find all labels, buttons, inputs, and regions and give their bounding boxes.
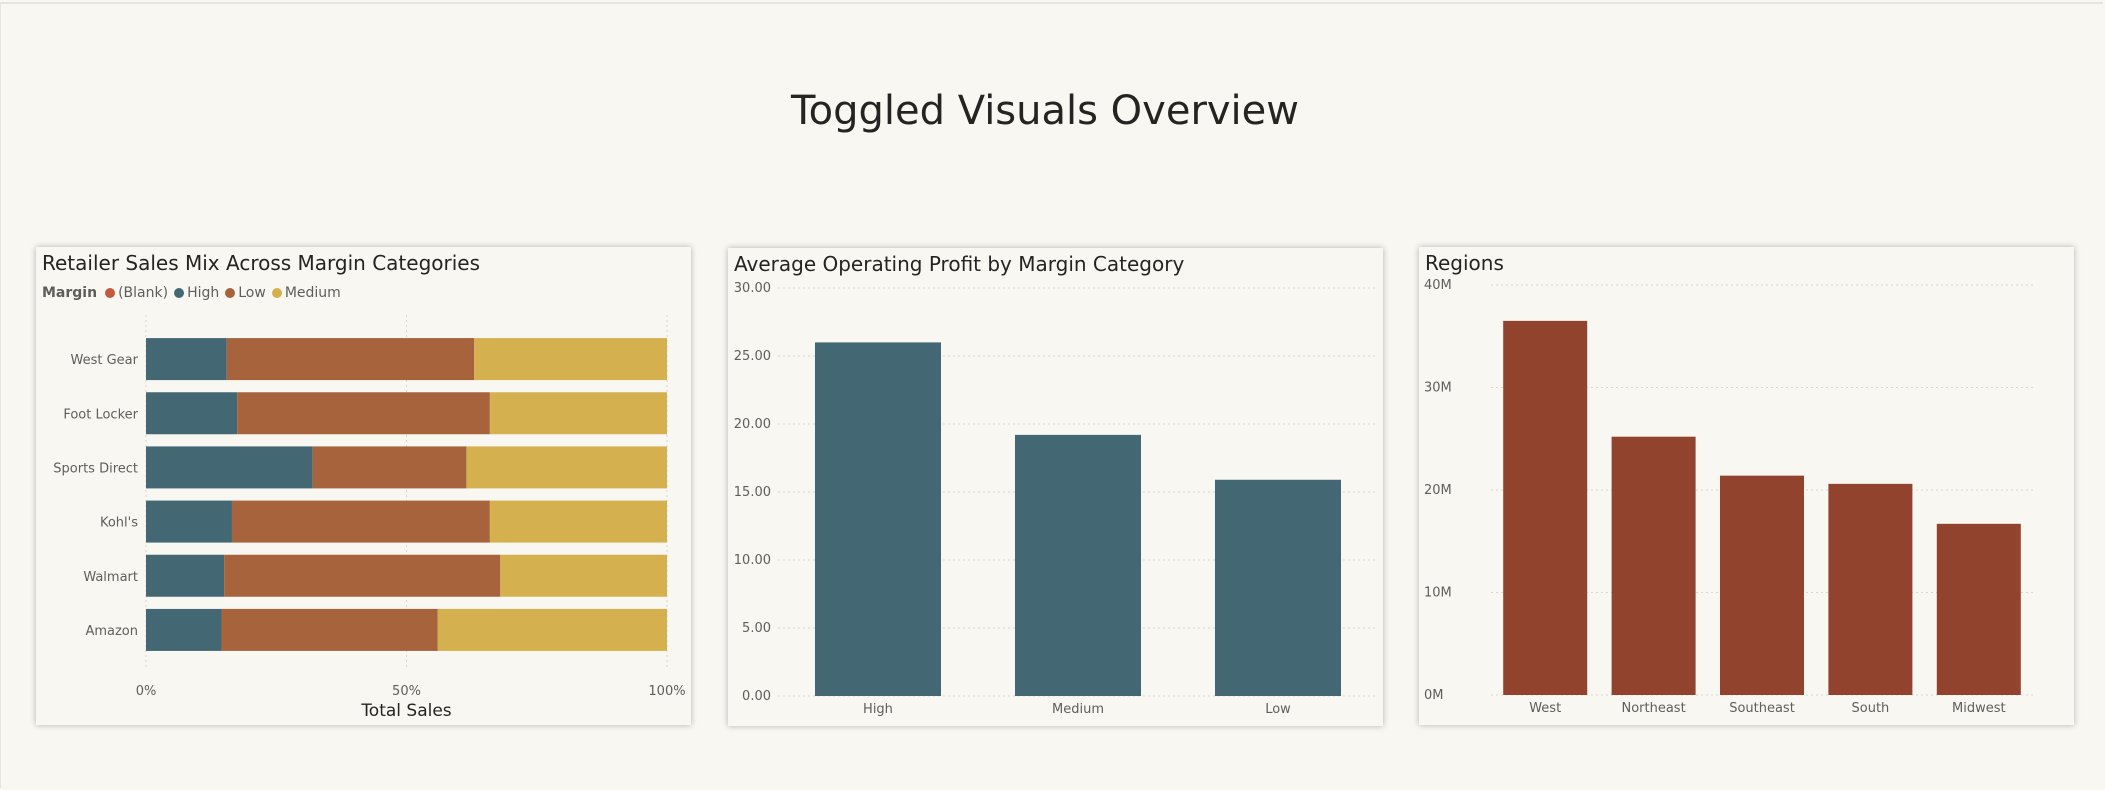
bar-segment-low: [224, 554, 501, 597]
x-tick-label: Medium: [1052, 702, 1104, 717]
column-chart: 0.00 5.00 10.00 15.00 20.00 25.00 30.00 High Med…: [734, 281, 1378, 717]
x-tick-label: Northeast: [1621, 701, 1685, 716]
y-tick-label: Sports Direct: [53, 461, 138, 476]
bar-segment-low: [221, 608, 438, 651]
bar-segment-medium: [466, 446, 667, 489]
page-title: Toggled Visuals Overview: [790, 88, 1299, 134]
bar-segment-high: [146, 500, 232, 543]
y-tick-label: West Gear: [71, 353, 139, 368]
avg-operating-profit-card[interactable]: Average Operating Profit by Margin Categ…: [728, 248, 1383, 726]
bar-segment-low: [231, 500, 490, 543]
y-tick-label: 10.00: [734, 553, 771, 568]
bar-segment-low: [312, 446, 467, 489]
y-tick-label: Amazon: [85, 624, 138, 639]
bar-segment-medium: [500, 554, 667, 597]
bar-northeast: [1611, 436, 1696, 695]
x-tick-label: 50%: [392, 684, 421, 699]
x-tick-label: South: [1852, 701, 1890, 716]
y-tick-label: 30.00: [734, 281, 771, 296]
x-axis-title: Total Sales: [360, 701, 451, 721]
y-tick-label: 0.00: [742, 689, 771, 704]
y-tick-label: 25.00: [734, 349, 771, 364]
bar-segment-medium: [437, 608, 667, 651]
y-tick-label: Kohl's: [100, 516, 138, 531]
bar-segment-medium: [489, 500, 667, 543]
retailer-sales-mix-card[interactable]: Retailer Sales Mix Across Margin Categor…: [36, 247, 691, 725]
bar-medium: [1015, 434, 1141, 696]
y-tick-label: 20.00: [734, 417, 771, 432]
y-tick-label: 10M: [1424, 586, 1452, 601]
stacked-bar-chart: 0% 50% 100% Total Sales West Gear Foot Locker…: [53, 315, 686, 721]
y-tick-label: 5.00: [742, 621, 771, 636]
bar-segment-low: [237, 392, 490, 435]
x-tick-label: Low: [1265, 702, 1291, 717]
regions-card[interactable]: Regions 0M 10M 20M 30M 40M West Northeast South…: [1419, 247, 2074, 725]
x-tick-label: 100%: [648, 684, 685, 699]
x-tick-label: Southeast: [1729, 701, 1795, 716]
y-tick-label: Walmart: [83, 570, 138, 585]
y-tick-label: 0M: [1424, 688, 1444, 703]
y-tick-label: Foot Locker: [63, 407, 138, 422]
bar-high: [815, 342, 941, 696]
x-tick-label: West: [1529, 701, 1561, 716]
x-tick-label: High: [863, 702, 893, 717]
bar-segment-medium: [474, 338, 667, 381]
bar-south: [1828, 483, 1913, 695]
x-tick-label: Midwest: [1952, 701, 2006, 716]
bar-segment-low: [226, 338, 475, 381]
bar-low: [1215, 479, 1341, 696]
x-tick-label: 0%: [136, 684, 157, 699]
bar-segment-high: [146, 608, 222, 651]
y-tick-label: 15.00: [734, 485, 771, 500]
y-tick-label: 30M: [1424, 381, 1452, 396]
bar-southeast: [1720, 475, 1804, 695]
bar-segment-high: [146, 338, 227, 381]
column-chart: 0M 10M 20M 30M 40M West Northeast Southeast Sout…: [1424, 278, 2033, 716]
y-tick-label: 40M: [1424, 278, 1452, 293]
bar-west: [1503, 320, 1588, 695]
bar-segment-high: [146, 446, 313, 489]
y-tick-label: 20M: [1424, 483, 1452, 498]
bar-segment-high: [146, 392, 238, 435]
bar-midwest: [1936, 523, 2021, 695]
bar-segment-high: [146, 554, 225, 597]
bar-segment-medium: [489, 392, 667, 435]
